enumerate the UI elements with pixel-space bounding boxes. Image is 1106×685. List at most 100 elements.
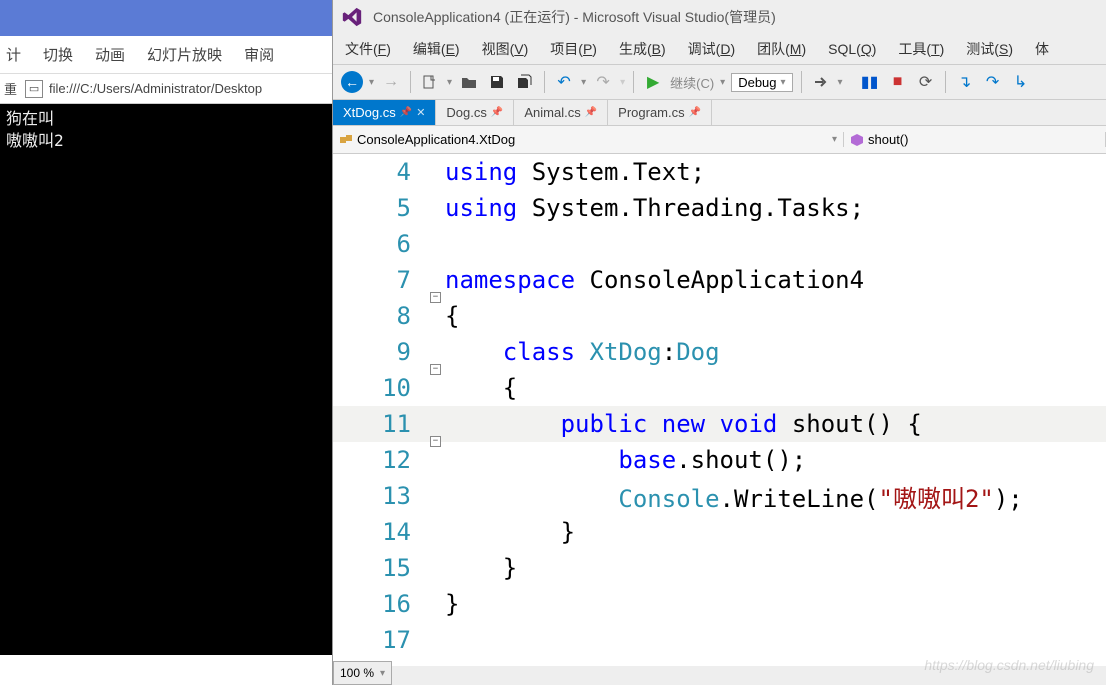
code-text: { (441, 374, 517, 402)
save-button[interactable] (486, 71, 508, 93)
file-tab-strip: XtDog.cs📌✕Dog.cs📌Animal.cs📌Program.cs📌 (333, 100, 1106, 126)
file-tab[interactable]: Dog.cs📌 (436, 100, 514, 125)
vs-menu-item[interactable]: 文件(F) (345, 39, 391, 59)
vs-menu-bar: 文件(F) 编辑(E) 视图(V) 项目(P) 生成(B) 调试(D) 团队(M) SQL(Q… (333, 34, 1106, 64)
redo-button[interactable]: ↷ (592, 71, 614, 93)
code-editor[interactable]: 4using System.Text;5using System.Threadi… (333, 154, 1106, 666)
code-line[interactable]: 10 { (333, 370, 1106, 406)
code-line[interactable]: 8{ (333, 298, 1106, 334)
nav-back-button[interactable]: ← (341, 71, 363, 93)
file-tab[interactable]: Program.cs📌 (608, 100, 712, 125)
left-app-pane: 计 切换 动画 幻灯片放映 审阅 重 ▭ file:///C:/Users/Ad… (0, 0, 332, 685)
line-number: 17 (333, 626, 423, 654)
step-over-button[interactable]: ↷ (982, 71, 1004, 93)
line-number: 7 (333, 266, 423, 294)
code-text: public new void shout() { (441, 410, 922, 438)
code-line[interactable]: 17 (333, 622, 1106, 658)
vs-title-text: ConsoleApplication4 (正在运行) - Microsoft V… (373, 7, 776, 27)
fold-icon[interactable]: − (430, 364, 441, 375)
method-icon (850, 133, 864, 147)
line-number: 15 (333, 554, 423, 582)
visual-studio-window: ConsoleApplication4 (正在运行) - Microsoft V… (332, 0, 1106, 685)
vs-menu-item[interactable]: 团队(M) (757, 39, 806, 59)
code-line[interactable]: 15 } (333, 550, 1106, 586)
code-text: using System.Threading.Tasks; (441, 194, 864, 222)
open-button[interactable] (458, 71, 480, 93)
page-icon: ▭ (25, 80, 43, 98)
new-file-button[interactable] (419, 71, 441, 93)
vs-menu-item[interactable]: 调试(D) (688, 39, 735, 59)
console-line: 嗷嗷叫2 (6, 130, 326, 152)
code-text: { (441, 302, 459, 330)
line-number: 12 (333, 446, 423, 474)
vs-menu-item[interactable]: 体 (1035, 39, 1049, 59)
line-number: 9 (333, 338, 423, 366)
fold-icon[interactable]: − (430, 292, 441, 303)
watermark-text: https://blog.csdn.net/liubing (924, 657, 1094, 673)
breadcrumb-namespace[interactable]: ConsoleApplication4.XtDog ▾ (333, 132, 844, 147)
ribbon-item[interactable]: 计 (6, 44, 21, 65)
ribbon-item[interactable]: 幻灯片放映 (147, 44, 222, 65)
code-line[interactable]: 11− public new void shout() { (333, 406, 1106, 442)
zoom-control[interactable]: 100 % ▾ (333, 661, 392, 685)
close-icon[interactable]: ✕ (416, 106, 425, 119)
file-tab[interactable]: XtDog.cs📌✕ (333, 100, 436, 125)
code-line[interactable]: 12 base.shout(); (333, 442, 1106, 478)
left-title-bar (0, 0, 332, 36)
code-text: } (441, 554, 517, 582)
line-number: 8 (333, 302, 423, 330)
ribbon-item[interactable]: 切换 (43, 44, 73, 65)
line-number: 10 (333, 374, 423, 402)
vs-title-bar: ConsoleApplication4 (正在运行) - Microsoft V… (333, 0, 1106, 34)
restart-button[interactable]: ⟳ (915, 71, 937, 93)
save-all-button[interactable] (514, 71, 536, 93)
code-line[interactable]: 6 (333, 226, 1106, 262)
code-line[interactable]: 14 } (333, 514, 1106, 550)
ribbon-item[interactable]: 动画 (95, 44, 125, 65)
nav-forward-button[interactable]: → (380, 71, 402, 93)
pin-icon[interactable]: 📌 (491, 107, 503, 118)
vs-menu-item[interactable]: 工具(T) (898, 39, 944, 59)
code-text: class XtDog:Dog (441, 338, 720, 366)
console-line: 狗在叫 (6, 108, 326, 130)
step-into-button[interactable]: ↴ (954, 71, 976, 93)
line-number: 13 (333, 482, 423, 510)
console-output: 狗在叫 嗷嗷叫2 (0, 104, 332, 655)
vs-menu-item[interactable]: SQL(Q) (828, 41, 876, 57)
code-line[interactable]: 13 Console.WriteLine("嗷嗷叫2"); (333, 478, 1106, 514)
line-number: 16 (333, 590, 423, 618)
vs-menu-item[interactable]: 编辑(E) (413, 39, 460, 59)
code-line[interactable]: 4using System.Text; (333, 154, 1106, 190)
undo-button[interactable]: ↶ (553, 71, 575, 93)
pin-icon[interactable]: 📌 (689, 107, 701, 118)
line-number: 14 (333, 518, 423, 546)
ribbon-item[interactable]: 审阅 (244, 44, 274, 65)
subbar-prefix: 重 (4, 79, 17, 98)
config-dropdown[interactable]: Debug▾ (731, 73, 792, 92)
step-button[interactable] (810, 71, 832, 93)
breadcrumb: ConsoleApplication4.XtDog ▾ shout() (333, 126, 1106, 154)
stop-button[interactable]: ■ (887, 71, 909, 93)
code-line[interactable]: 7−namespace ConsoleApplication4 (333, 262, 1106, 298)
vs-menu-item[interactable]: 生成(B) (619, 39, 666, 59)
pause-button[interactable]: ▮▮ (859, 71, 881, 93)
breadcrumb-member[interactable]: shout() (844, 132, 1106, 147)
continue-label: 继续(C) (670, 73, 714, 92)
pin-icon[interactable]: 📌 (400, 107, 412, 118)
file-tab[interactable]: Animal.cs📌 (514, 100, 608, 125)
pin-icon[interactable]: 📌 (585, 107, 597, 118)
vs-menu-item[interactable]: 测试(S) (966, 39, 1013, 59)
code-line[interactable]: 16} (333, 586, 1106, 622)
address-text: file:///C:/Users/Administrator/Desktop (49, 81, 262, 96)
line-number: 4 (333, 158, 423, 186)
continue-button[interactable]: ▶ (642, 71, 664, 93)
fold-icon[interactable]: − (430, 436, 441, 447)
vs-menu-item[interactable]: 视图(V) (482, 39, 529, 59)
code-text: } (441, 518, 575, 546)
code-line[interactable]: 5using System.Threading.Tasks; (333, 190, 1106, 226)
code-text: } (441, 590, 459, 618)
code-text: Console.WriteLine("嗷嗷叫2"); (441, 479, 1023, 514)
step-out-button[interactable]: ↳ (1010, 71, 1032, 93)
vs-menu-item[interactable]: 项目(P) (550, 39, 597, 59)
code-line[interactable]: 9− class XtDog:Dog (333, 334, 1106, 370)
